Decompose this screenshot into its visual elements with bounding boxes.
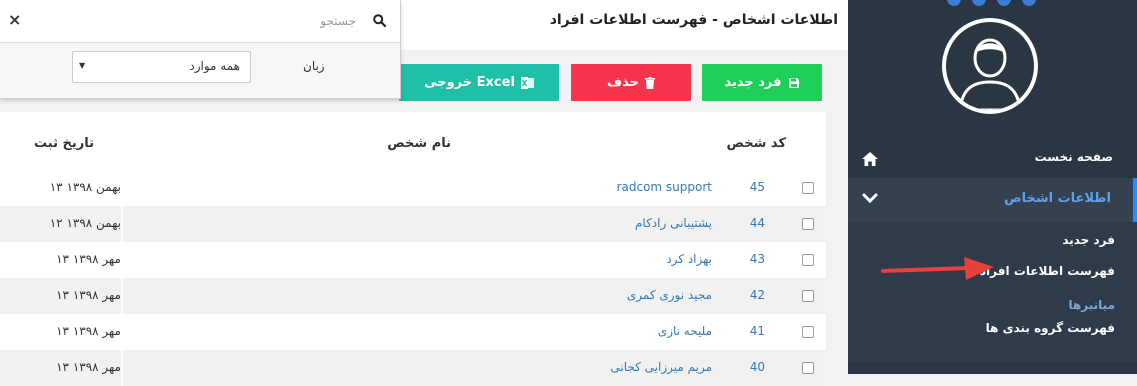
sidebar-item-people-info-label: اطلاعات اشخاص [1004, 191, 1111, 206]
registration-date: ۱۳ مهر ۱۳۹۸ [56, 324, 121, 338]
person-name[interactable]: بهزاد کرد [666, 252, 712, 266]
person-code[interactable]: 41 [750, 324, 765, 338]
delete-label: حذف [607, 75, 639, 90]
caret-down-icon: ▼ [79, 61, 86, 70]
column-divider [121, 350, 123, 386]
column-header-name[interactable]: نام شخص [387, 136, 451, 151]
registration-date: ۱۲ بهمن ۱۳۹۸ [49, 216, 121, 230]
row-checkbox[interactable] [802, 326, 814, 338]
registration-date: ۱۳ مهر ۱۳۹۸ [56, 288, 121, 302]
row-checkbox[interactable] [802, 254, 814, 266]
person-code[interactable]: 44 [750, 216, 765, 230]
sidebar-shortcuts-heading: میانبرها [1068, 298, 1115, 312]
sidebar-submenu: فرد جدید فهرست اطلاعات افراد میانبرها فه… [848, 222, 1137, 362]
person-name[interactable]: پشتیبانی رادکام [635, 216, 712, 230]
person-code[interactable]: 45 [750, 180, 765, 194]
excel-export-label: خروجی Excel [424, 75, 515, 90]
language-select-value: همه موارد [189, 59, 240, 73]
row-checkbox[interactable] [802, 362, 814, 374]
person-name[interactable]: مریم میرزایی کجانی [610, 360, 712, 374]
people-table: کد شخص نام شخص تاریخ ثبت 45 radcom suppo… [0, 112, 826, 386]
table-row[interactable]: 45 radcom support ۱۳ بهمن ۱۳۹۸ [0, 170, 826, 206]
column-divider [121, 206, 123, 242]
row-checkbox[interactable] [802, 218, 814, 230]
search-icon[interactable] [373, 14, 386, 27]
new-person-button[interactable]: فرد جدید [702, 64, 822, 101]
sidebar-subitem-people-list[interactable]: فهرست اطلاعات افراد [980, 264, 1115, 278]
new-person-label: فرد جدید [724, 75, 782, 90]
excel-icon [520, 76, 534, 89]
row-checkbox[interactable] [802, 182, 814, 194]
dot-icon [947, 0, 961, 6]
person-code[interactable]: 43 [750, 252, 765, 266]
person-name[interactable]: radcom support [617, 180, 712, 194]
sidebar: صفحه نخست اطلاعات اشخاص فرد جدید فهرست ا… [848, 0, 1137, 374]
registration-date: ۱۳ بهمن ۱۳۹۸ [49, 180, 121, 194]
chevron-down-icon [862, 193, 878, 204]
person-code[interactable]: 42 [750, 288, 765, 302]
table-row[interactable]: 43 بهزاد کرد ۱۳ مهر ۱۳۹۸ [0, 242, 826, 278]
column-divider [121, 278, 123, 314]
registration-date: ۱۳ مهر ۱۳۹۸ [56, 252, 121, 266]
search-box: × [0, 0, 400, 43]
sidebar-subitem-groups-list[interactable]: فهرست گروه بندی ها [986, 321, 1115, 335]
column-header-code[interactable]: کد شخص [727, 136, 786, 151]
sidebar-item-people-info[interactable]: اطلاعات اشخاص [848, 178, 1137, 222]
dot-icon [997, 0, 1011, 6]
table-row[interactable]: 42 مجید نوری کمری ۱۳ مهر ۱۳۹۸ [0, 278, 826, 314]
page-title: اطلاعات اشخاص - فهرست اطلاعات افراد [549, 12, 838, 28]
delete-button[interactable]: حذف [571, 64, 691, 101]
table-row[interactable]: 41 ملیحه نازی ۱۳ مهر ۱۳۹۸ [0, 314, 826, 350]
save-icon [788, 77, 799, 88]
registration-date: ۱۳ مهر ۱۳۹۸ [56, 360, 121, 374]
sidebar-subitem-new-person[interactable]: فرد جدید [1062, 233, 1115, 247]
language-select[interactable]: همه موارد ▼ [72, 51, 251, 83]
person-code[interactable]: 40 [750, 360, 765, 374]
person-name[interactable]: مجید نوری کمری [627, 288, 712, 302]
search-panel: × همه موارد ▼ زبان [0, 0, 401, 99]
annotation-arrow-icon [881, 257, 994, 280]
excel-export-button[interactable]: خروجی Excel [399, 64, 559, 101]
trash-icon [644, 76, 655, 89]
language-label: زبان [303, 59, 325, 73]
sidebar-item-home-label: صفحه نخست [1034, 150, 1113, 164]
dot-icon [1022, 0, 1036, 6]
person-name[interactable]: ملیحه نازی [658, 324, 712, 338]
home-icon [862, 152, 878, 166]
dot-icon [972, 0, 986, 6]
user-avatar-icon[interactable] [942, 18, 1038, 114]
row-checkbox[interactable] [802, 290, 814, 302]
table-row[interactable]: 40 مریم میرزایی کجانی ۱۳ مهر ۱۳۹۸ [0, 350, 826, 386]
search-input[interactable] [28, 8, 358, 34]
table-row[interactable]: 44 پشتیبانی رادکام ۱۲ بهمن ۱۳۹۸ [0, 206, 826, 242]
close-icon[interactable]: × [8, 10, 21, 29]
column-header-date[interactable]: تاریخ ثبت [34, 136, 94, 151]
sidebar-item-home[interactable]: صفحه نخست [848, 143, 1137, 177]
avatar [958, 38, 1022, 110]
